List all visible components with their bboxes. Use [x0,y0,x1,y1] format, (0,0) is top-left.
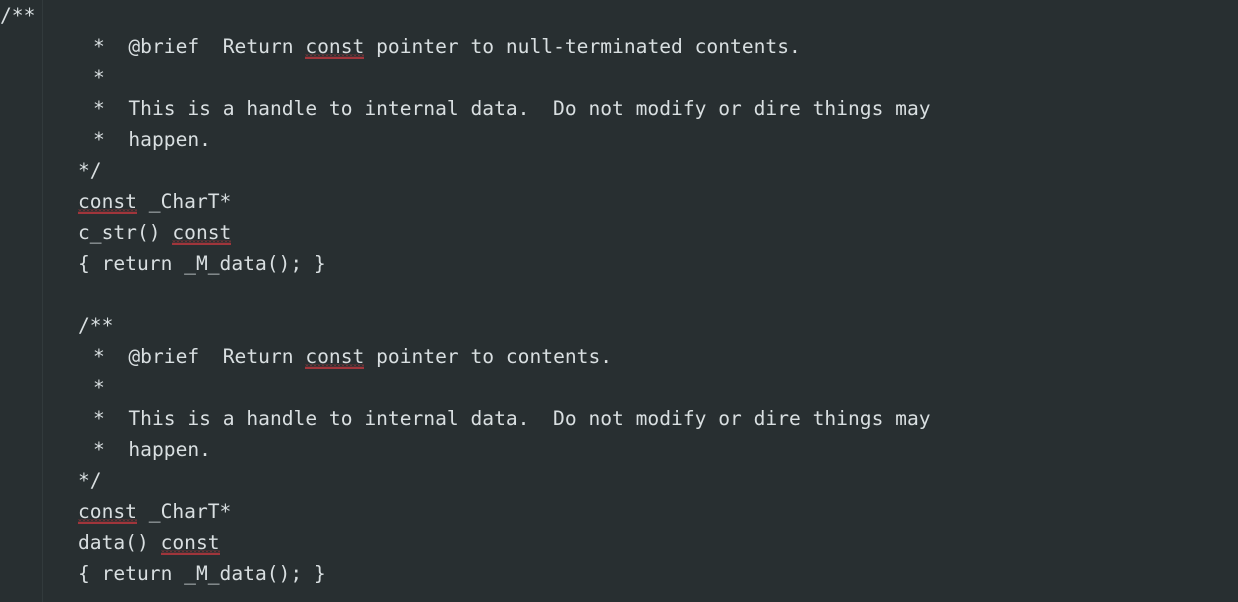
code-line[interactable]: { return _M_data(); } [0,248,1238,279]
code-text: * [93,376,105,399]
code-text: * This is a handle to internal data. Do … [93,407,931,430]
code-line[interactable]: const _CharT* [0,496,1238,527]
code-line[interactable]: data() const [0,527,1238,558]
code-text: */ [78,159,102,182]
error-underlined-token[interactable]: const [305,35,365,58]
code-line[interactable]: * @brief Return const pointer to null-te… [0,31,1238,62]
code-text: * This is a handle to internal data. Do … [93,97,931,120]
code-text: data() [78,531,161,554]
code-text: _CharT* [136,500,232,523]
code-line[interactable]: * [0,62,1238,93]
code-line[interactable]: */ [0,155,1238,186]
code-line[interactable]: /** [0,0,1238,31]
code-text: * happen. [93,128,211,151]
code-text: c_str() [78,221,173,244]
code-line[interactable]: * [0,372,1238,403]
code-line[interactable]: c_str() const [0,217,1238,248]
code-line[interactable]: * This is a handle to internal data. Do … [0,403,1238,434]
code-line[interactable]: * This is a handle to internal data. Do … [0,93,1238,124]
code-line[interactable]: */ [0,465,1238,496]
code-line[interactable]: * happen. [0,434,1238,465]
error-underlined-token[interactable]: const [172,221,232,244]
error-underlined-token[interactable]: const [160,531,220,554]
code-line[interactable]: * happen. [0,124,1238,155]
code-text: * @brief Return [93,345,306,368]
code-editor-viewport[interactable]: /** * @brief Return const pointer to null… [0,0,1238,602]
code-line[interactable]: const _CharT* [0,186,1238,217]
code-text: * @brief Return [93,35,306,58]
code-text: */ [78,469,102,492]
error-underlined-token[interactable]: const [78,190,137,213]
code-text-area[interactable]: /** * @brief Return const pointer to null… [0,0,1238,589]
code-text: * [93,66,105,89]
error-underlined-token[interactable]: const [305,345,365,368]
code-text: { return _M_data(); } [78,252,326,275]
error-underlined-token[interactable]: const [78,500,137,523]
code-text: /** [0,4,36,27]
code-text: pointer to null-terminated contents. [364,35,801,58]
code-line[interactable]: /** [0,310,1238,341]
code-text: { return _M_data(); } [78,562,326,585]
code-line[interactable]: { return _M_data(); } [0,558,1238,589]
code-line[interactable]: * @brief Return const pointer to content… [0,341,1238,372]
code-text: pointer to contents. [364,345,613,368]
code-line[interactable] [0,279,1238,310]
code-text: * happen. [93,438,211,461]
code-text: /** [78,314,114,337]
code-text: _CharT* [136,190,232,213]
